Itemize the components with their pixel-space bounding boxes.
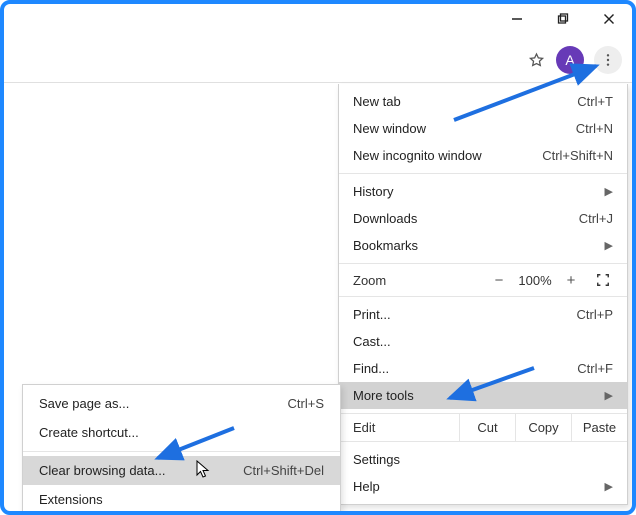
menu-print[interactable]: Print... Ctrl+P	[339, 301, 627, 328]
menu-downloads[interactable]: Downloads Ctrl+J	[339, 205, 627, 232]
menu-label: Downloads	[353, 211, 569, 226]
menu-label: History	[353, 184, 597, 199]
submenu-arrow-icon: ▶	[605, 239, 613, 252]
bookmark-star-icon[interactable]	[526, 50, 546, 70]
menu-label: Find...	[353, 361, 567, 376]
submenu-arrow-icon: ▶	[605, 480, 613, 493]
menu-shortcut: Ctrl+J	[579, 211, 613, 226]
menu-label: Clear browsing data...	[39, 463, 233, 478]
menu-edit-row: Edit Cut Copy Paste	[339, 414, 627, 441]
window-controls	[494, 4, 632, 34]
menu-label: Bookmarks	[353, 238, 597, 253]
zoom-value: 100%	[513, 273, 557, 288]
submenu-arrow-icon: ▶	[605, 185, 613, 198]
zoom-label: Zoom	[353, 273, 485, 288]
edit-cut-button[interactable]: Cut	[459, 414, 515, 441]
toolbar-right: A	[526, 46, 622, 74]
menu-label: Create shortcut...	[39, 425, 324, 440]
menu-help[interactable]: Help ▶	[339, 473, 627, 500]
menu-label: Extensions	[39, 492, 324, 507]
menu-label: Cast...	[353, 334, 613, 349]
menu-bookmarks[interactable]: Bookmarks ▶	[339, 232, 627, 259]
chrome-menu-button[interactable]	[594, 46, 622, 74]
zoom-in-button[interactable]: +	[557, 272, 585, 289]
menu-shortcut: Ctrl+F	[577, 361, 613, 376]
more-tools-submenu: Save page as... Ctrl+S Create shortcut..…	[22, 384, 341, 515]
submenu-arrow-icon: ▶	[605, 389, 613, 402]
submenu-save-page[interactable]: Save page as... Ctrl+S	[23, 389, 340, 418]
menu-label: Help	[353, 479, 597, 494]
close-button[interactable]	[586, 4, 632, 34]
menu-history[interactable]: History ▶	[339, 178, 627, 205]
submenu-extensions[interactable]: Extensions	[23, 485, 340, 514]
toolbar-separator	[4, 82, 632, 83]
chrome-window: A New tab Ctrl+T New window Ctrl+N New i…	[0, 0, 636, 515]
menu-new-incognito[interactable]: New incognito window Ctrl+Shift+N	[339, 142, 627, 169]
menu-label: Print...	[353, 307, 567, 322]
menu-find[interactable]: Find... Ctrl+F	[339, 355, 627, 382]
menu-settings[interactable]: Settings	[339, 446, 627, 473]
menu-zoom-row: Zoom − 100% +	[339, 264, 627, 296]
menu-shortcut: Ctrl+N	[576, 121, 613, 136]
avatar-letter: A	[565, 52, 574, 68]
edit-copy-button[interactable]: Copy	[515, 414, 571, 441]
profile-avatar[interactable]: A	[556, 46, 584, 74]
submenu-create-shortcut[interactable]: Create shortcut...	[23, 418, 340, 447]
menu-more-tools[interactable]: More tools ▶	[339, 382, 627, 409]
menu-shortcut: Ctrl+P	[577, 307, 613, 322]
menu-shortcut: Ctrl+S	[288, 396, 324, 411]
menu-label: New tab	[353, 94, 567, 109]
minimize-button[interactable]	[494, 4, 540, 34]
menu-label: More tools	[353, 388, 597, 403]
maximize-button[interactable]	[540, 4, 586, 34]
menu-label: Settings	[353, 452, 613, 467]
menu-label: New window	[353, 121, 566, 136]
edit-label: Edit	[339, 414, 459, 441]
zoom-out-button[interactable]: −	[485, 272, 513, 289]
menu-shortcut: Ctrl+Shift+N	[542, 148, 613, 163]
menu-new-window[interactable]: New window Ctrl+N	[339, 115, 627, 142]
fullscreen-button[interactable]	[589, 270, 617, 290]
menu-shortcut: Ctrl+Shift+Del	[243, 463, 324, 478]
menu-new-tab[interactable]: New tab Ctrl+T	[339, 88, 627, 115]
menu-shortcut: Ctrl+T	[577, 94, 613, 109]
submenu-clear-browsing-data[interactable]: Clear browsing data... Ctrl+Shift+Del	[23, 456, 340, 485]
chrome-main-menu: New tab Ctrl+T New window Ctrl+N New inc…	[338, 84, 628, 505]
menu-cast[interactable]: Cast...	[339, 328, 627, 355]
edit-paste-button[interactable]: Paste	[571, 414, 627, 441]
menu-label: Save page as...	[39, 396, 278, 411]
menu-label: New incognito window	[353, 148, 532, 163]
